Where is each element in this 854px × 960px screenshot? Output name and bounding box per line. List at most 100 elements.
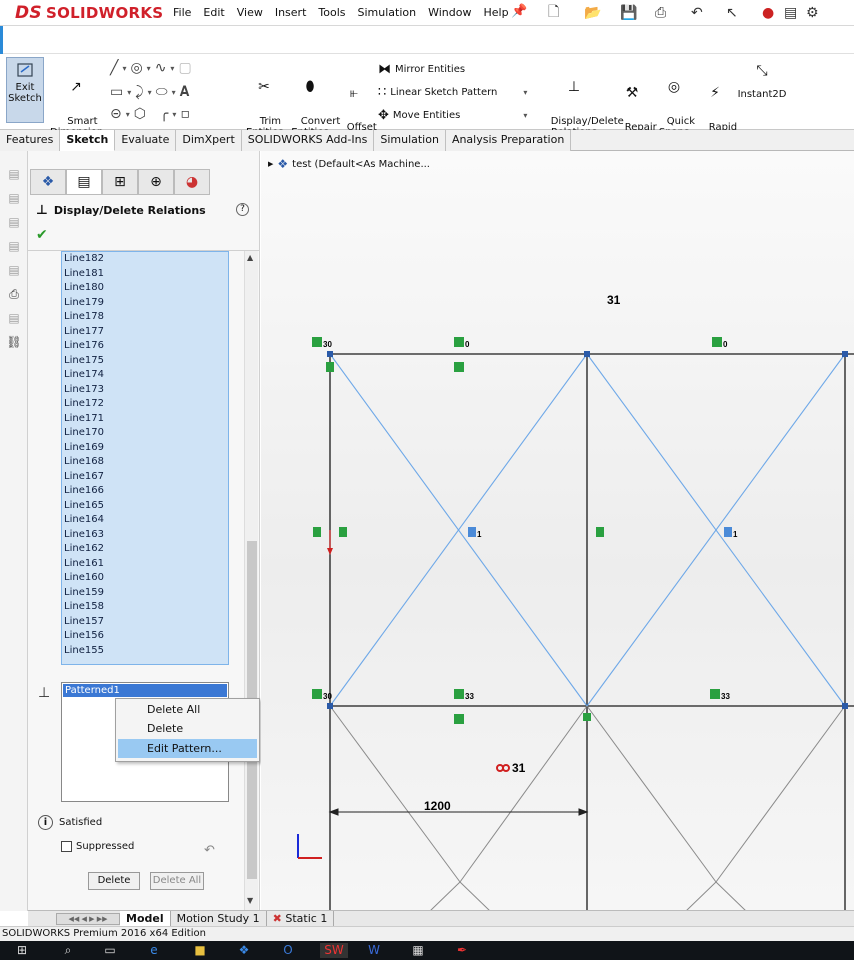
menu-insert[interactable]: Insert: [269, 6, 313, 19]
entity-list-item[interactable]: Line161: [62, 557, 228, 572]
task-view-icon[interactable]: ▭: [102, 943, 118, 958]
entity-list-item[interactable]: Line180: [62, 281, 228, 296]
menu-item-delete[interactable]: Delete: [118, 719, 257, 738]
entity-list-item[interactable]: Line176: [62, 339, 228, 354]
solidworks-logo[interactable]: DS SOLIDWORKS: [15, 2, 163, 24]
slot-icon[interactable]: ⊝: [110, 106, 122, 122]
delete-all-button[interactable]: Delete All: [150, 872, 204, 890]
sketch-tool-icon-4[interactable]: ▤: [6, 239, 22, 255]
linear-sketch-pattern-button[interactable]: ∷ Linear Sketch Pattern ▾: [378, 85, 527, 100]
entity-list-item[interactable]: Line163: [62, 528, 228, 543]
scroll-down-icon[interactable]: ▼: [247, 896, 253, 905]
entity-list-item[interactable]: Line178: [62, 310, 228, 325]
solidworks-tool-icon[interactable]: ✒: [454, 943, 470, 958]
instant2d-button[interactable]: ⤡ Instant2D: [736, 64, 788, 100]
menu-view[interactable]: View: [231, 6, 269, 19]
entity-list-item[interactable]: Line162: [62, 542, 228, 557]
sketch-tool-icon-3[interactable]: ▤: [6, 215, 22, 231]
entities-list[interactable]: Line182 Line181 Line180 Line179 Line178 Line1…: [61, 251, 229, 665]
help-icon[interactable]: ?: [236, 203, 249, 216]
pin-icon[interactable]: 📌: [511, 4, 527, 20]
edge-browser-icon[interactable]: e: [146, 943, 162, 958]
entity-list-item[interactable]: Line170: [62, 426, 228, 441]
entity-list-item[interactable]: Line158: [62, 600, 228, 615]
text-icon[interactable]: 𝐀: [180, 84, 190, 100]
line-icon[interactable]: ╱: [110, 60, 118, 76]
tab-dimxpert[interactable]: DimXpert: [176, 130, 242, 151]
mirror-entities-button[interactable]: ⧓ Mirror Entities: [378, 62, 465, 77]
solidworks-taskbar-icon[interactable]: SW: [320, 943, 348, 958]
spline-icon[interactable]: ∿: [155, 60, 167, 76]
tab-simulation[interactable]: Simulation: [374, 130, 446, 151]
entity-list-item[interactable]: Line164: [62, 513, 228, 528]
delete-button[interactable]: Delete: [88, 872, 140, 890]
feature-tree-root[interactable]: ▶ ❖ test (Default<As Machine...: [268, 157, 430, 171]
ok-check-icon[interactable]: ✔: [36, 227, 48, 243]
entity-list-item[interactable]: Line174: [62, 368, 228, 383]
surface-icon[interactable]: ▢: [178, 60, 191, 76]
tab-static[interactable]: ✖ Static 1: [267, 911, 335, 926]
entity-list-item[interactable]: Line165: [62, 499, 228, 514]
arc-icon[interactable]: ⤸: [135, 84, 143, 100]
dropbox-icon[interactable]: ❖: [236, 943, 252, 958]
windows-start-icon[interactable]: ⊞: [14, 943, 30, 958]
pattern-dropdown-icon[interactable]: ▾: [523, 88, 527, 97]
entity-list-item[interactable]: Line181: [62, 267, 228, 282]
entity-list-item[interactable]: Line171: [62, 412, 228, 427]
save-icon[interactable]: 💾: [620, 4, 637, 22]
menu-file[interactable]: File: [167, 6, 197, 19]
display-manager-tab-icon[interactable]: ◕: [174, 169, 210, 195]
entity-list-item[interactable]: Line177: [62, 325, 228, 340]
graphics-area[interactable]: 31 31 1200 30 0 0 1 1 30 33 33: [261, 151, 854, 911]
fillet-icon[interactable]: ╭: [160, 106, 168, 122]
rebuild-icon[interactable]: ●: [762, 4, 774, 22]
relation-item-patterned[interactable]: Patterned1: [63, 684, 227, 697]
menu-help[interactable]: Help: [477, 6, 514, 19]
exit-sketch-button[interactable]: Exit Sketch: [6, 57, 44, 123]
entity-list-item[interactable]: Line155: [62, 644, 228, 659]
entity-list-item[interactable]: Line182: [62, 252, 228, 267]
outlook-icon[interactable]: O: [280, 943, 296, 958]
print-icon[interactable]: ⎙: [655, 4, 666, 22]
entity-list-item[interactable]: Line172: [62, 397, 228, 412]
menu-item-edit-pattern[interactable]: Edit Pattern...: [118, 739, 257, 758]
tab-model[interactable]: Model: [120, 911, 171, 926]
open-icon[interactable]: 📂: [584, 4, 601, 22]
menu-edit[interactable]: Edit: [197, 6, 230, 19]
entity-list-item[interactable]: Line156: [62, 629, 228, 644]
move-dropdown-icon[interactable]: ▾: [523, 111, 527, 120]
print-tool-icon[interactable]: ⎙: [6, 287, 22, 303]
options-gear-icon[interactable]: ⚙: [806, 4, 819, 22]
relations-tool-icon[interactable]: ⛓: [6, 335, 22, 351]
entity-list-item[interactable]: Line179: [62, 296, 228, 311]
configuration-manager-tab-icon[interactable]: ⊞: [102, 169, 138, 195]
point-icon[interactable]: ▫: [180, 106, 190, 122]
tab-navigation-arrows[interactable]: ◀◀ ◀ ▶ ▶▶: [56, 912, 120, 925]
word-icon[interactable]: W: [366, 943, 382, 958]
file-explorer-icon[interactable]: ■: [192, 943, 208, 958]
entity-list-item[interactable]: Line160: [62, 571, 228, 586]
undo-icon[interactable]: ↶: [691, 4, 703, 22]
sketch-tool-icon-1[interactable]: ▤: [6, 167, 22, 183]
property-manager-tab-icon[interactable]: ▤: [66, 169, 102, 195]
menu-window[interactable]: Window: [422, 6, 477, 19]
entity-list-item[interactable]: Line166: [62, 484, 228, 499]
circle-icon[interactable]: ◎: [130, 60, 142, 76]
dimxpert-manager-tab-icon[interactable]: ⊕: [138, 169, 174, 195]
tab-motion-study[interactable]: Motion Study 1: [171, 911, 267, 926]
entity-list-item[interactable]: Line168: [62, 455, 228, 470]
search-icon[interactable]: ⌕: [60, 943, 76, 958]
tab-features[interactable]: Features: [0, 130, 61, 151]
entity-list-item[interactable]: Line159: [62, 586, 228, 601]
tab-analysis-preparation[interactable]: Analysis Preparation: [445, 130, 572, 151]
menu-item-delete-all[interactable]: Delete All: [118, 700, 257, 719]
entity-list-item[interactable]: Line157: [62, 615, 228, 630]
feature-manager-tab-icon[interactable]: ❖: [30, 169, 66, 195]
tab-addins[interactable]: SOLIDWORKS Add-Ins: [241, 130, 375, 151]
entity-list-item[interactable]: Line175: [62, 354, 228, 369]
scroll-up-icon[interactable]: ▲: [247, 253, 253, 262]
new-document-icon[interactable]: 🗋: [548, 4, 559, 22]
sketch-tool-icon-6[interactable]: ▤: [6, 311, 22, 327]
file-properties-icon[interactable]: ▤: [784, 4, 797, 22]
move-entities-button[interactable]: ✥ Move Entities ▾: [378, 108, 527, 123]
